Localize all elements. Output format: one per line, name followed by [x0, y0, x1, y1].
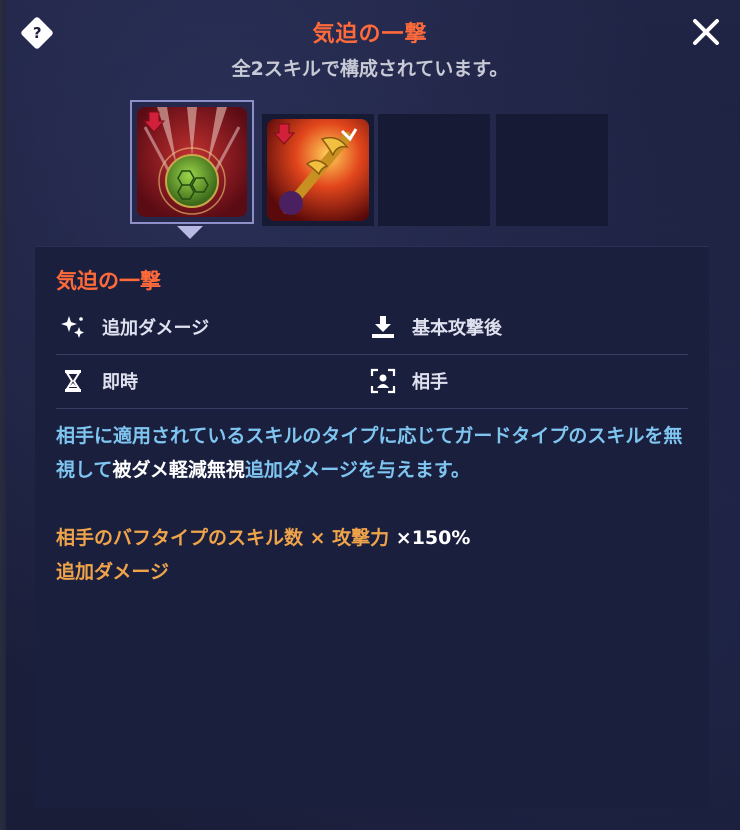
- formula-expression: 相手のバフタイプのスキル数 × 攻撃力: [56, 527, 390, 549]
- skill-detail-panel: 気迫の一撃 追加ダメージ 基本攻撃後 即時 相手 相手に適用されているスキルのタ…: [35, 246, 709, 808]
- sparkle-icon: [60, 314, 86, 340]
- popup-subtitle: 全2スキルで構成されています。: [231, 58, 509, 80]
- skill-slot-2[interactable]: [262, 114, 374, 226]
- debuff-arrow-icon: [273, 123, 295, 145]
- skill-description: 相手に適用されているスキルのタイプに応じてガードタイプのスキルを無視して被ダメ軽…: [56, 419, 696, 487]
- skill-slot-1[interactable]: [130, 100, 254, 224]
- debuff-arrow-icon: [143, 111, 165, 133]
- description-text-2: 追加ダメージを与えます。: [244, 459, 471, 481]
- skill-slot-4-empty: [496, 114, 608, 226]
- description-highlight: 被ダメ軽減無視: [112, 459, 245, 481]
- attribute-label: 即時: [102, 372, 138, 393]
- popup-title: 気迫の一撃: [312, 22, 428, 47]
- attribute-label: 追加ダメージ: [102, 318, 210, 339]
- close-icon: [693, 19, 719, 45]
- attribute-duration: 即時: [60, 365, 138, 397]
- green-orb-skill-icon: [137, 107, 247, 217]
- damage-formula: 相手のバフタイプのスキル数 × 攻撃力 ×150% 追加ダメージ: [56, 521, 696, 589]
- left-edge: [0, 0, 6, 830]
- close-button[interactable]: [688, 14, 724, 50]
- attribute-timing: 基本攻撃後: [370, 311, 502, 343]
- selection-pointer: [177, 226, 203, 239]
- skill-slot-3-empty: [378, 114, 490, 226]
- skill-name: 気迫の一撃: [56, 269, 161, 293]
- golden-weapon-skill-icon: [267, 119, 369, 221]
- hourglass-icon: [60, 368, 86, 394]
- attribute-target: 相手: [370, 365, 448, 397]
- target-person-icon: [370, 368, 396, 394]
- attribute-label: 基本攻撃後: [412, 318, 502, 339]
- attribute-effect-type: 追加ダメージ: [60, 311, 209, 343]
- formula-effect: 追加ダメージ: [56, 561, 170, 583]
- attribute-row-2: 即時 相手: [56, 355, 688, 409]
- download-tray-icon: [370, 314, 396, 340]
- attribute-row-1: 追加ダメージ 基本攻撃後: [56, 301, 688, 355]
- skill-slot-bar: [130, 100, 610, 226]
- attribute-label: 相手: [412, 372, 448, 393]
- formula-multiplier: ×150%: [389, 527, 471, 549]
